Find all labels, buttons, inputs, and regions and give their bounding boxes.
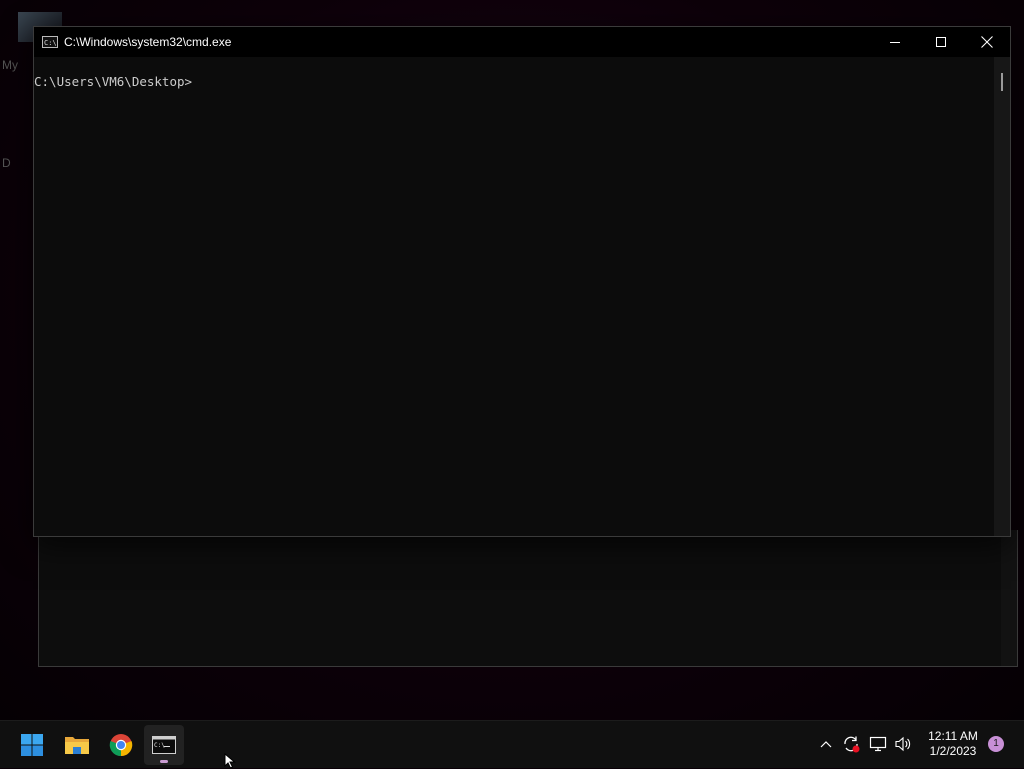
close-icon [981,36,993,48]
volume-tray-button[interactable] [892,733,914,755]
window-title: C:\Windows\system32\cmd.exe [64,35,232,49]
show-hidden-icons-button[interactable] [815,733,837,755]
title-bar[interactable]: C:\ C:\Windows\system32\cmd.exe [34,27,1010,57]
desktop-label: My [2,58,18,72]
file-explorer-button[interactable] [57,725,97,765]
caption-buttons [872,27,1010,57]
active-app-indicator [160,760,168,763]
clock-time: 12:11 AM [928,729,978,743]
chevron-up-icon [820,741,832,748]
command-prompt-button[interactable]: C:\ [144,725,184,765]
background-window [38,530,1018,667]
sync-tray-button[interactable] [840,733,862,755]
cmd-app-icon[interactable]: C:\ [42,36,58,48]
vertical-scrollbar[interactable] [994,57,1010,536]
system-clock[interactable]: 12:11 AM 1/2/2023 [920,729,986,759]
desktop: My D C:\ C:\Windows\system32\cmd.exe C:\… [0,0,1024,720]
maximize-icon [936,37,946,47]
scrollbar-thumb[interactable] [1001,73,1003,91]
taskbar: C:\ 12:11 AM 1/2/2023 [0,720,1024,768]
chrome-button[interactable] [101,725,141,765]
clock-date: 1/2/2023 [929,744,977,758]
console-area[interactable]: C:\Users\VM6\Desktop> [34,57,994,536]
desktop-label: D [2,156,11,170]
minimize-button[interactable] [872,27,918,57]
background-window-scrollbar [1001,530,1017,666]
console-prompt: C:\Users\VM6\Desktop> [34,74,193,89]
minimize-icon [890,42,900,43]
mouse-cursor-icon [224,753,236,769]
speaker-icon [895,736,911,752]
sync-icon [844,736,860,753]
start-button[interactable] [12,725,52,765]
close-button[interactable] [964,27,1010,57]
windows-logo-icon [21,734,43,756]
maximize-button[interactable] [918,27,964,57]
network-tray-button[interactable] [867,733,889,755]
cmd-icon: C:\ [152,736,176,754]
network-icon [869,736,887,752]
notification-badge[interactable]: 1 [988,736,1004,752]
folder-icon [65,737,89,754]
chrome-icon [109,734,133,757]
cmd-window: C:\ C:\Windows\system32\cmd.exe C:\Users… [33,26,1011,537]
svg-text:C:\: C:\ [154,742,165,749]
